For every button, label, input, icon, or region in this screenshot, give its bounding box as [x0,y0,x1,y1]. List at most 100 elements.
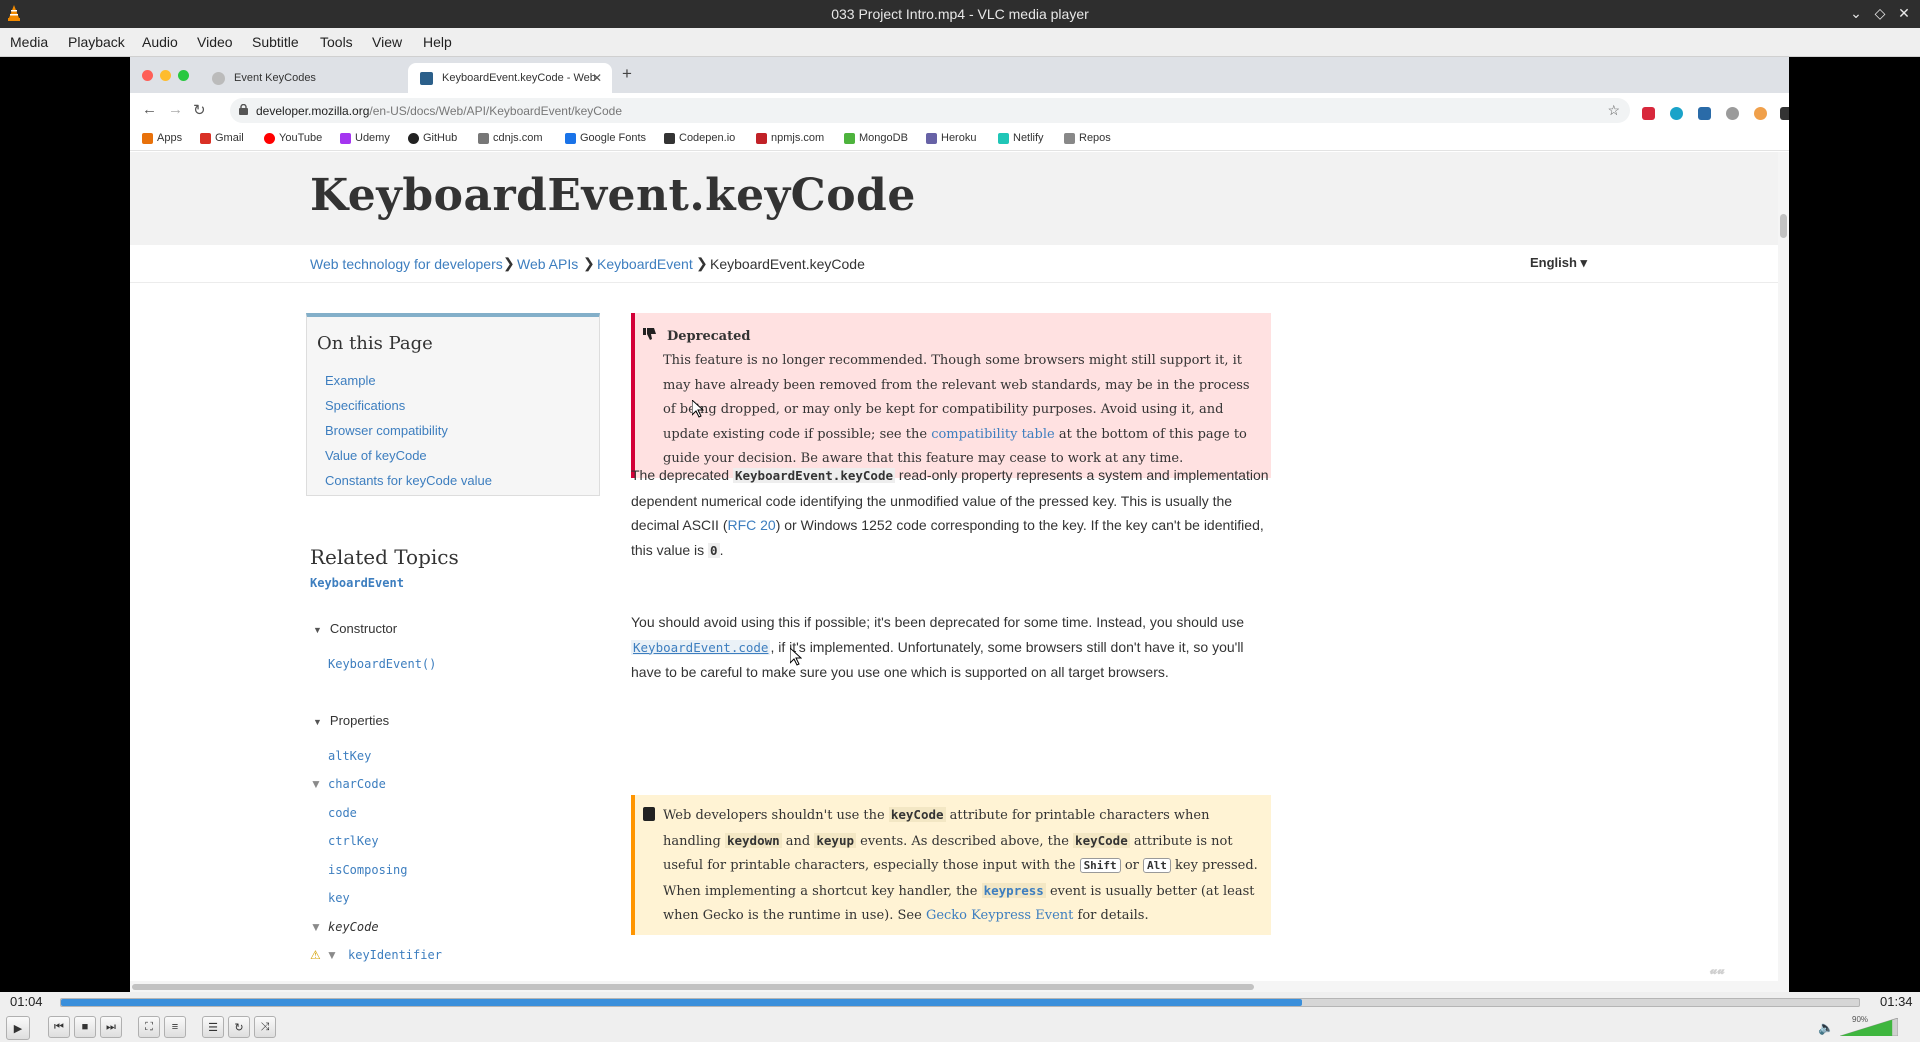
property-link: code [328,806,357,820]
video-frame-browser: Event KeyCodes ✕ KeyboardEvent.keyCode -… [130,57,1789,992]
property-link: keyIdentifier [348,948,442,962]
seek-bar[interactable] [60,998,1860,1007]
intro-paragraph: The deprecated KeyboardEvent.keyCode rea… [631,467,1269,558]
play-button[interactable]: ▶ [6,1016,30,1040]
thumbs-down-icon: ▼ [310,920,322,934]
breadcrumb-web-tech: Web technology for developers [310,256,503,272]
toc-link-browser-compat: Browser compatibility [325,423,448,438]
menu-subtitle[interactable]: Subtitle [252,34,299,50]
playlist-button[interactable]: ☰ [202,1016,224,1038]
menu-audio[interactable]: Audio [142,34,178,50]
mouse-cursor-icon [692,400,704,418]
speaker-icon[interactable]: 🔈 [1818,1020,1834,1036]
title-bar: 033 Project Intro.mp4 - VLC media player… [0,0,1920,28]
deprecated-text: This feature is no longer recommended. T… [663,353,1250,466]
extension-icon [1642,107,1655,120]
inline-code: KeyboardEvent.keyCode [732,468,896,483]
menu-bar: Media Playback Audio Video Subtitle Tool… [0,28,1920,57]
page-title: KeyboardEvent.keyCode [310,170,916,221]
triangle-down-icon: ▼ [313,717,322,727]
elapsed-time[interactable]: 01:04 [10,994,43,1009]
minimize-icon[interactable]: ⌄ [1848,5,1864,21]
toc-link-specifications: Specifications [325,398,406,413]
code-icon [478,133,489,144]
inline-code: 0 [708,542,720,558]
previous-button[interactable]: ⏮ [48,1016,70,1038]
constructor-group: ▼ Constructor [313,621,398,636]
shuffle-icon: ⤨ [260,1020,270,1033]
thumbs-down-icon [643,328,656,340]
scroll-thumb [1780,214,1787,238]
zoom-dot-icon [178,70,189,81]
minimize-dot-icon [160,70,171,81]
browser-toolbar: ← → ↻ developer.mozilla.org/en-US/docs/W… [130,93,1789,127]
seek-progress [61,999,1302,1006]
stop-icon: ■ [81,1021,89,1033]
bookmark-npmjs: npmjs.com [756,132,824,144]
video-area[interactable]: Event KeyCodes ✕ KeyboardEvent.keyCode -… [0,57,1920,992]
warning-icon: ⚠ [310,948,321,962]
menu-video[interactable]: Video [197,34,233,50]
bookmark-gmail: Gmail [200,132,244,144]
reload-icon: ↻ [193,102,206,119]
bookmark-youtube: YouTube [264,132,322,144]
compatibility-table-link: compatibility table [931,426,1055,442]
page-horizontal-scrollbar [130,981,1778,992]
stop-button[interactable]: ■ [74,1016,96,1038]
related-topics-heading: Related Topics [310,545,459,569]
bookmark-repos: Repos [1064,132,1111,144]
shuffle-button[interactable]: ⤨ [254,1016,276,1038]
thumbs-down-icon: ▼ [326,948,338,962]
folder-icon [1064,133,1075,144]
tab-label: KeyboardEvent.keyCode - Web [442,72,596,84]
toc-link-example: Example [325,373,376,388]
maximize-icon[interactable]: ◇ [1872,5,1888,21]
sliders-icon: ≡ [171,1021,179,1033]
menu-media[interactable]: Media [10,34,48,50]
bookmarks-bar: Apps Gmail YouTube Udemy GitHub cdnjs.co… [130,127,1789,151]
note-icon [643,807,655,821]
lock-icon [239,104,248,115]
extension-icon [1698,107,1711,120]
tab-label: Event KeyCodes [234,72,316,84]
note-text: Web developers shouldn't use the keyCode… [663,807,1258,923]
close-dot-icon [142,70,153,81]
menu-view[interactable]: View [372,34,402,50]
bookmark-apps: Apps [142,132,182,144]
close-icon[interactable]: ✕ [1896,5,1912,21]
property-link: isComposing [328,863,408,877]
forward-icon: → [168,101,183,118]
menu-tools[interactable]: Tools [320,34,353,50]
toc-link-value: Value of keyCode [325,448,427,463]
skip-back-icon: ⏮ [54,1020,64,1033]
heroku-icon [926,133,937,144]
page-vertical-scrollbar [1778,152,1789,992]
window-title: 033 Project Intro.mp4 - VLC media player [831,6,1089,22]
menu-playback[interactable]: Playback [68,34,125,50]
volume-slider[interactable] [1840,1018,1898,1036]
address-bar: developer.mozilla.org/en-US/docs/Web/API… [230,98,1630,123]
next-button[interactable]: ⏭ [100,1016,122,1038]
loop-button[interactable]: ↻ [228,1016,250,1038]
player-controls: 01:04 01:34 ▶ ⏮ ■ ⏭ ⛶ ≡ ☰ ↻ ⤨ 🔈 90% [0,992,1920,1042]
bookmark-star-icon: ☆ [1607,102,1620,118]
bookmark-google-fonts: Google Fonts [565,132,646,144]
avoid-paragraph: You should avoid using this if possible;… [631,614,1245,680]
breadcrumb-current: KeyboardEvent.keyCode [710,256,865,272]
total-time[interactable]: 01:34 [1880,994,1913,1009]
bookmark-heroku: Heroku [926,132,976,144]
menu-help[interactable]: Help [423,34,452,50]
youtube-icon [264,133,275,144]
triangle-down-icon: ▼ [313,625,322,635]
deprecated-heading: Deprecated [667,329,751,344]
language-selector: English ▾ [1530,255,1588,270]
volume-level: 90% [1852,1015,1869,1024]
properties-group: ▼ Properties [313,713,390,728]
fullscreen-button[interactable]: ⛶ [138,1016,160,1038]
rfc-20-link: RFC 20 [727,517,776,533]
extended-settings-button[interactable]: ≡ [164,1016,186,1038]
new-tab-icon: + [622,64,632,83]
chevron-right-icon: ❯ [503,255,515,271]
back-icon: ← [142,101,157,118]
breadcrumb-keyboardevent: KeyboardEvent [597,256,693,272]
